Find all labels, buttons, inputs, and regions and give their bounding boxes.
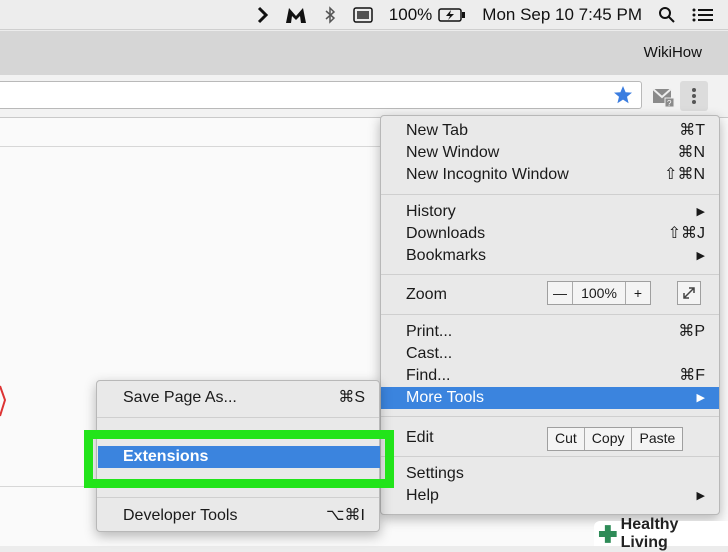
menu-separator <box>381 314 719 315</box>
menu-item-label: New Tab <box>406 122 468 139</box>
submenu-arrow-icon: ▶ <box>696 490 705 502</box>
menu-item-developer-tools[interactable]: Developer Tools ⌥⌘I <box>97 505 379 527</box>
menu-separator <box>97 497 379 498</box>
bookmark-star-icon[interactable] <box>612 84 634 106</box>
fullscreen-icon[interactable] <box>677 281 701 305</box>
menu-item-shortcut: ⌘S <box>338 389 365 406</box>
zoom-in-button[interactable]: + <box>626 282 650 304</box>
malwarebytes-icon[interactable] <box>285 6 307 24</box>
chrome-menu-icon[interactable] <box>680 81 708 111</box>
menu-item-label: Settings <box>406 465 464 482</box>
menu-item-shortcut: ⌘P <box>678 323 705 340</box>
notification-center-icon[interactable] <box>692 7 714 23</box>
menu-item-bookmarks[interactable]: Bookmarks ▶ <box>381 245 719 267</box>
menu-separator <box>381 456 719 457</box>
menu-item-find[interactable]: Find... ⌘F <box>381 365 719 387</box>
menu-item-label: New Incognito Window <box>406 166 569 183</box>
menu-item-label: Bookmarks <box>406 247 487 264</box>
page-graphic <box>0 384 7 418</box>
watermark-text: Healthy Living <box>620 515 679 551</box>
submenu-arrow-icon: ▶ <box>696 250 705 262</box>
zoom-level: 100% <box>572 282 626 304</box>
menu-item-more-tools[interactable]: More Tools ▶ <box>381 387 719 409</box>
menu-item-shortcut: ⇧⌘J <box>667 225 705 242</box>
menu-item-cast[interactable]: Cast... <box>381 343 719 365</box>
chrome-main-menu: New Tab ⌘T New Window ⌘N New Incognito W… <box>380 115 720 515</box>
battery-percent: 100% <box>388 4 433 24</box>
menu-separator <box>381 194 719 195</box>
chevron-right-icon[interactable] <box>257 6 269 24</box>
menu-item-label: Developer Tools <box>123 507 238 524</box>
menu-item-shortcut: ⌘F <box>679 367 705 384</box>
menu-item-shortcut: ⌥⌘I <box>326 507 365 524</box>
menu-item-label: Help <box>406 487 439 504</box>
menu-item-label: New Window <box>406 144 500 161</box>
menu-item-save-page-as[interactable]: Save Page As... ⌘S <box>97 387 379 409</box>
menu-item-label: Downloads <box>406 225 486 242</box>
menu-separator <box>97 417 379 418</box>
menu-item-label: History <box>406 203 456 220</box>
menu-item-new-window[interactable]: New Window ⌘N <box>381 142 719 164</box>
battery-charging-icon[interactable] <box>438 7 466 23</box>
edit-controls: Cut Copy Paste <box>547 427 684 451</box>
watermark: Healthy Living <box>594 516 728 551</box>
menu-item-shortcut: ⌘T <box>679 122 705 139</box>
copy-button[interactable]: Copy <box>585 428 633 450</box>
mac-menu-bar: 100% Mon Sep 10 7:45 PM <box>0 0 728 30</box>
zoom-control: — 100% + <box>547 281 651 305</box>
menu-item-label: Save Page As... <box>123 389 237 406</box>
menu-item-label: Print... <box>406 323 453 340</box>
menu-item-label: More Tools <box>406 389 484 406</box>
menu-item-shortcut: ⇧⌘N <box>664 166 705 183</box>
tab-strip <box>0 31 728 76</box>
paste-button[interactable]: Paste <box>632 428 682 450</box>
svg-text:?: ? <box>667 99 672 108</box>
menu-item-new-incognito-window[interactable]: New Incognito Window ⇧⌘N <box>381 164 719 186</box>
menu-item-shortcut: ⌘N <box>677 144 705 161</box>
menu-item-history[interactable]: History ▶ <box>381 201 719 223</box>
menu-item-new-tab[interactable]: New Tab ⌘T <box>381 120 719 142</box>
menu-item-label: Edit <box>406 429 434 446</box>
zoom-out-button[interactable]: — <box>548 282 572 304</box>
menu-item-help[interactable]: Help ▶ <box>381 485 719 507</box>
health-cross-icon <box>598 524 617 543</box>
clock[interactable]: Mon Sep 10 7:45 PM <box>482 5 642 25</box>
spotlight-search-icon[interactable] <box>658 6 676 24</box>
submenu-arrow-icon: ▶ <box>696 392 705 404</box>
menu-item-settings[interactable]: Settings <box>381 463 719 485</box>
menu-item-downloads[interactable]: Downloads ⇧⌘J <box>381 223 719 245</box>
bluetooth-icon[interactable] <box>323 5 337 24</box>
cut-button[interactable]: Cut <box>548 428 585 450</box>
keyboard-viewer-icon[interactable] <box>353 6 373 24</box>
page-divider <box>0 146 380 147</box>
submenu-arrow-icon: ▶ <box>696 206 705 218</box>
profile-name[interactable]: WikiHow <box>644 44 702 61</box>
menu-item-print[interactable]: Print... ⌘P <box>381 321 719 343</box>
menu-separator <box>381 416 719 417</box>
menu-item-label: Cast... <box>406 345 453 362</box>
address-bar[interactable] <box>0 81 642 109</box>
page-divider <box>0 486 96 487</box>
menu-separator <box>381 274 719 275</box>
gmail-extension-icon[interactable]: ? <box>652 86 676 108</box>
highlight-annotation-box <box>84 430 394 488</box>
menu-item-label: Zoom <box>406 286 447 303</box>
menu-item-label: Find... <box>406 367 451 384</box>
